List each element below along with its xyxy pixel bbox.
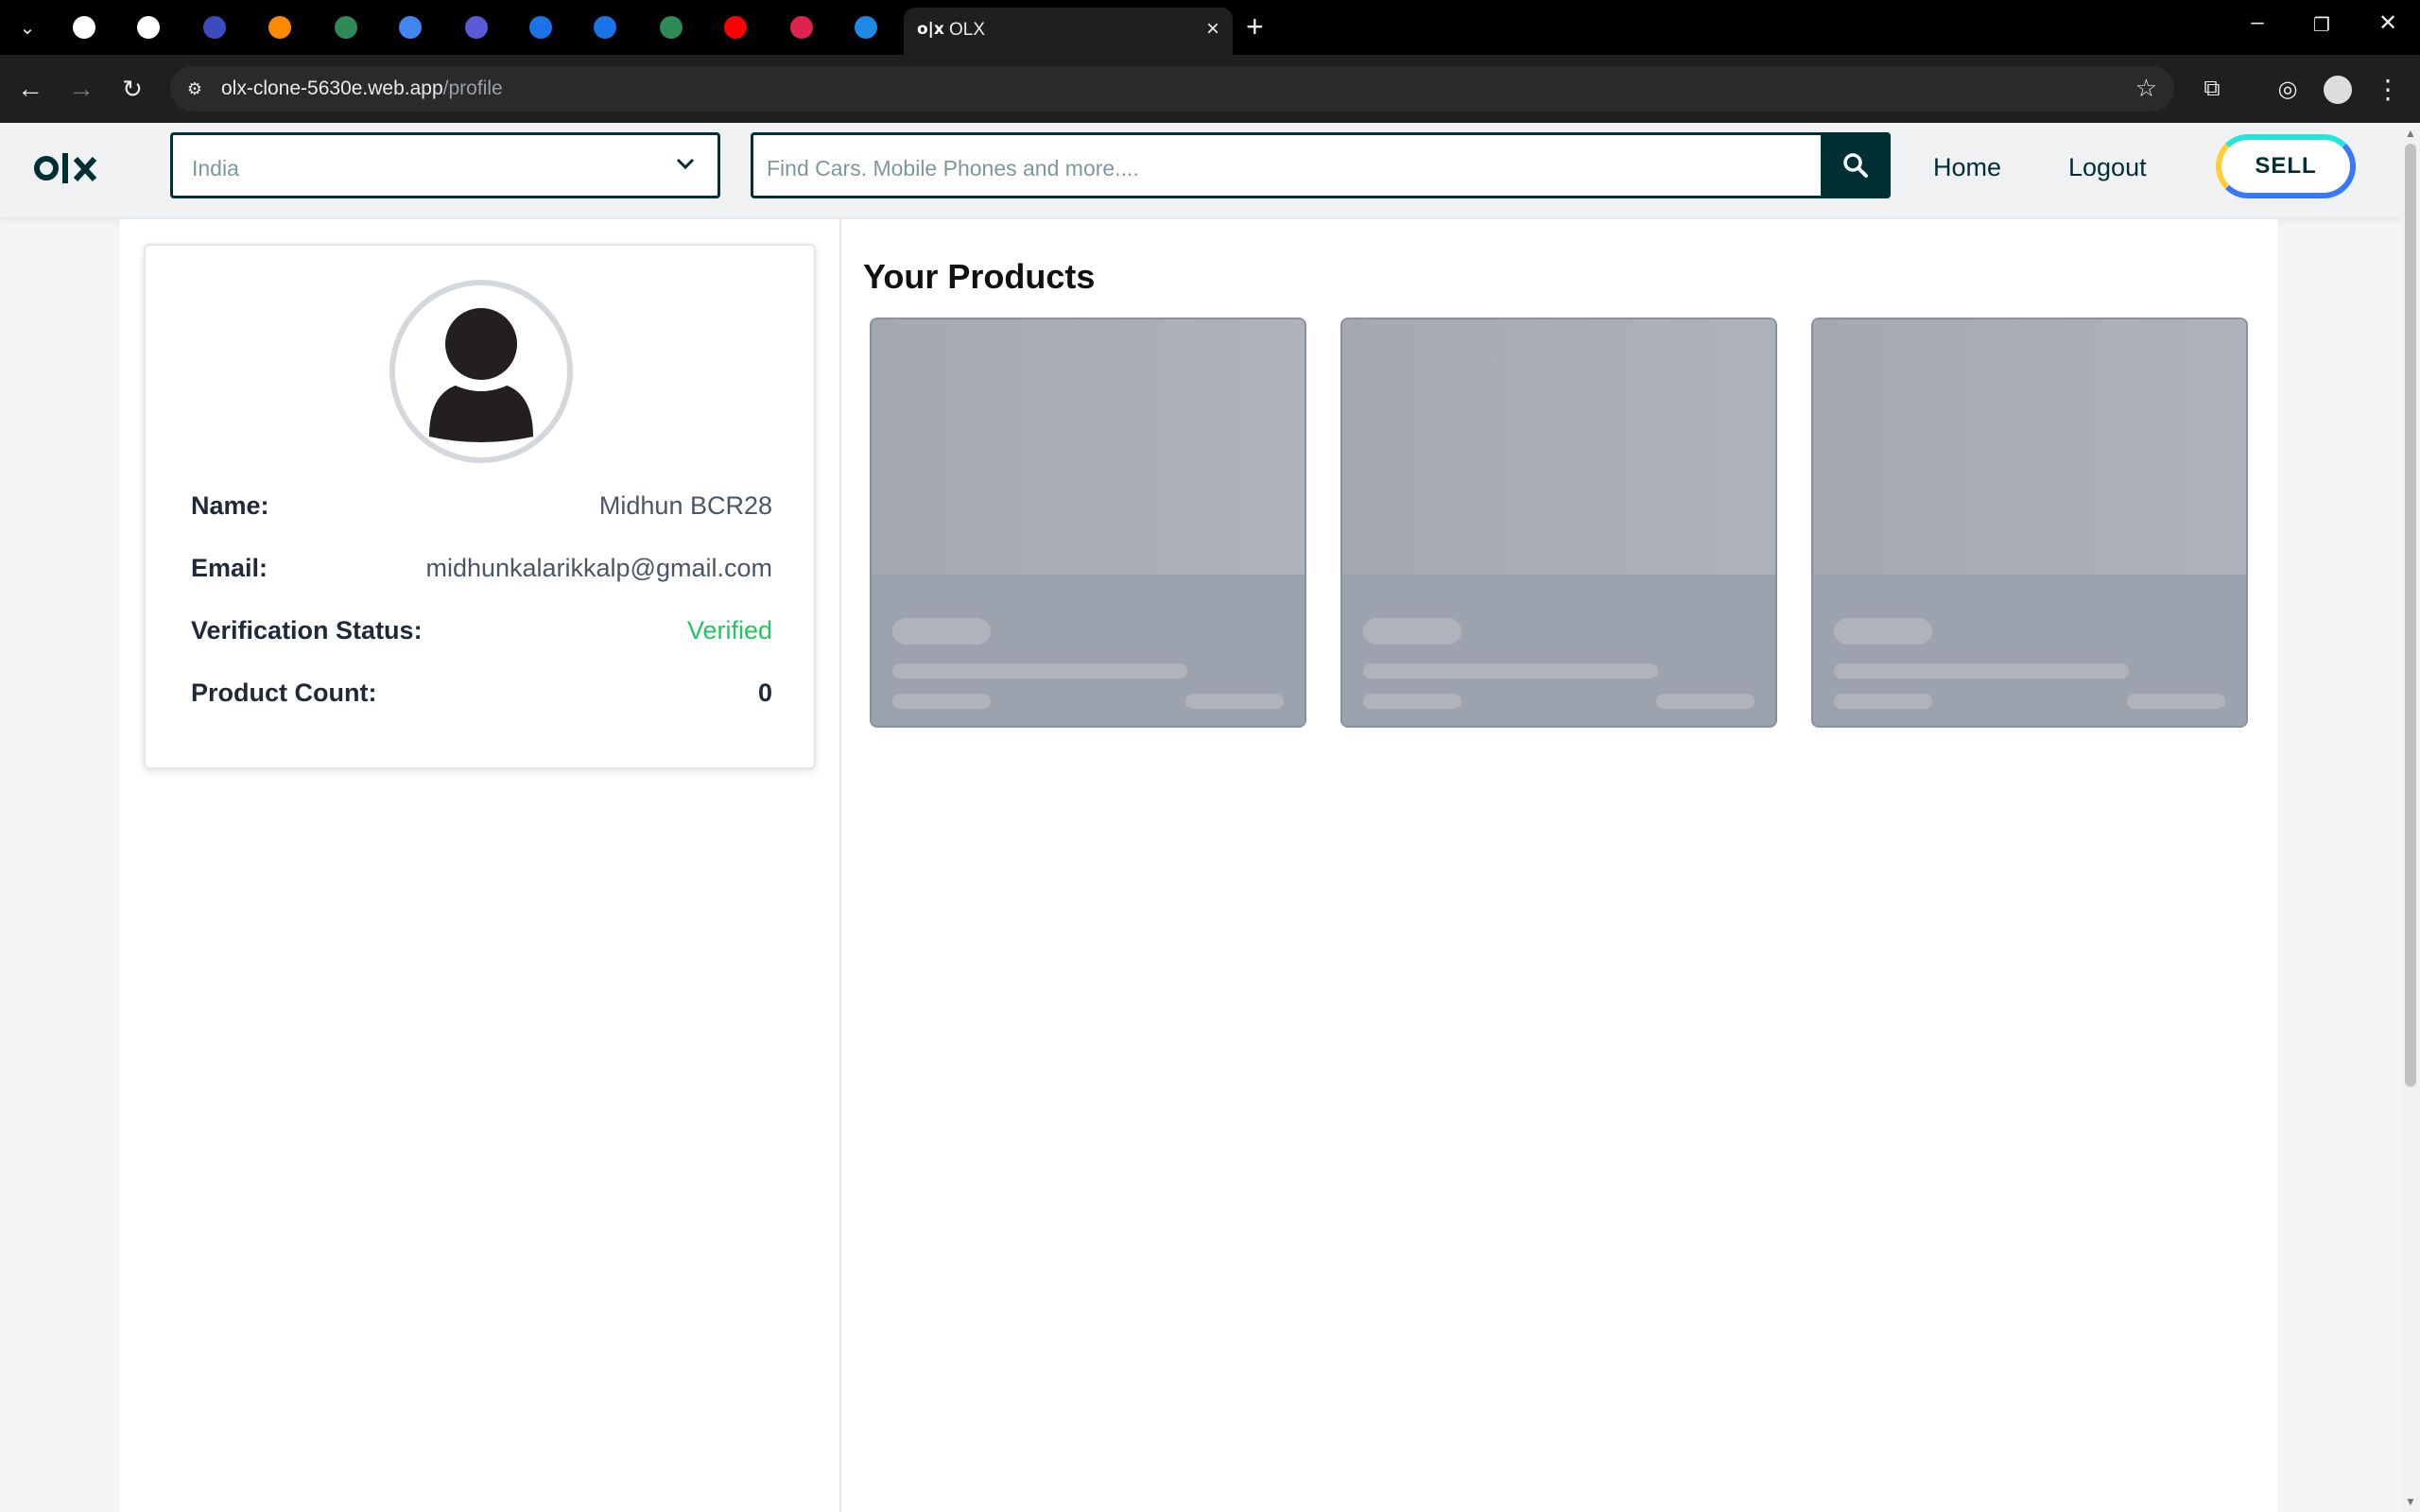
skeleton-image — [872, 319, 1305, 575]
skeleton-location-bar — [1363, 694, 1461, 709]
name-label: Name: — [191, 491, 269, 520]
browser-app-icon[interactable] — [526, 12, 556, 43]
profile-avatar-icon[interactable] — [2324, 76, 2352, 104]
docs-icon[interactable] — [395, 12, 425, 43]
name-value: Midhun BCR28 — [598, 491, 772, 520]
url-text: olx-clone-5630e.web.app/profile — [221, 77, 503, 99]
window-close-icon[interactable]: ✕ — [2369, 9, 2407, 37]
youtube-icon-glyph — [724, 16, 747, 39]
skeleton-location-bar — [892, 694, 991, 709]
location-select[interactable]: India — [170, 132, 720, 198]
skeleton-title-bar — [892, 663, 1187, 679]
menu-kebab-icon[interactable]: ⋮ — [2371, 72, 2405, 106]
skeleton-price-bar — [1834, 618, 1932, 644]
olx-logo[interactable] — [34, 149, 98, 197]
skeleton-date-bar — [1185, 694, 1284, 709]
browser-app-icon[interactable] — [590, 12, 620, 43]
tab-search-chevron-icon[interactable]: ⌄ — [13, 13, 42, 42]
forward-arrow-icon[interactable]: → — [64, 72, 98, 106]
performance-icon[interactable]: ◎ — [2271, 72, 2305, 106]
bank-app-icon-glyph — [203, 16, 226, 39]
tab-title: OLX — [949, 20, 986, 40]
search-input[interactable]: Find Cars. Mobile Phones and more.... — [767, 156, 1139, 181]
close-icon[interactable]: × — [1206, 16, 1219, 43]
browser-tab-bar: ⌄ o|x OLX × + – ❐ ✕ — [0, 0, 2420, 55]
docs-icon-glyph — [399, 16, 422, 39]
skeleton-price-bar — [1363, 618, 1461, 644]
globe-icon-glyph — [660, 16, 683, 39]
bolt-app-icon[interactable] — [133, 12, 164, 43]
avatar — [389, 280, 573, 463]
page-scrollbar[interactable]: ▲ ▼ — [2401, 123, 2420, 1512]
olx-logo-icon — [34, 153, 97, 183]
skeleton-image — [1342, 319, 1775, 575]
spiral-app-icon[interactable] — [69, 12, 99, 43]
search-bar: Find Cars. Mobile Phones and more.... — [751, 132, 1891, 198]
globe-icon-glyph — [335, 16, 357, 39]
bolt-app-icon-glyph — [137, 16, 160, 39]
email-value: midhunkalarikkalp@gmail.com — [425, 554, 772, 582]
skeleton-image — [1813, 319, 2246, 575]
linear-app-icon[interactable] — [461, 12, 492, 43]
address-bar[interactable]: ⚙ olx-clone-5630e.web.app/profile ☆ — [170, 66, 2174, 112]
minimize-icon[interactable]: – — [2238, 9, 2276, 36]
spiral-app-icon-glyph — [73, 16, 95, 39]
verification-status-badge: Verified — [686, 616, 772, 644]
chevron-down-icon — [674, 150, 697, 185]
firebase-icon-glyph — [268, 16, 291, 39]
nestjs-icon-glyph — [790, 16, 813, 39]
browser-app-icon-glyph — [594, 16, 616, 39]
logout-link[interactable]: Logout — [2068, 153, 2147, 182]
bookmark-star-icon[interactable]: ☆ — [2135, 74, 2157, 103]
scroll-up-icon[interactable]: ▲ — [2405, 127, 2416, 140]
edit-app-icon[interactable] — [851, 12, 881, 43]
skeleton-date-bar — [1656, 694, 1754, 709]
new-tab-plus-icon[interactable]: + — [1246, 9, 1264, 44]
extensions-puzzle-icon[interactable]: ⧉ — [2195, 72, 2229, 106]
product-skeleton-card — [1340, 318, 1777, 728]
restore-icon[interactable]: ❐ — [2303, 13, 2341, 37]
linear-app-icon-glyph — [465, 16, 488, 39]
verification-label: Verification Status: — [191, 616, 423, 644]
bank-app-icon[interactable] — [199, 12, 230, 43]
sell-button[interactable]: SELL — [2216, 134, 2356, 198]
page-viewport: India Find Cars. Mobile Phones and more.… — [0, 123, 2401, 1512]
skeleton-title-bar — [1834, 663, 2129, 679]
skeleton-date-bar — [2127, 694, 2225, 709]
search-button[interactable] — [1821, 132, 1891, 198]
globe-icon[interactable] — [331, 12, 361, 43]
edit-app-icon-glyph — [855, 16, 877, 39]
products-heading: Your Products — [863, 257, 1096, 296]
skeleton-price-bar — [892, 618, 991, 644]
reload-icon[interactable]: ↻ — [115, 72, 149, 106]
search-icon — [1843, 153, 1868, 178]
user-silhouette-icon — [429, 308, 533, 442]
globe-icon[interactable] — [656, 12, 686, 43]
scrollbar-thumb[interactable] — [2405, 144, 2416, 1087]
column-divider — [839, 219, 841, 1512]
nestjs-icon[interactable] — [786, 12, 817, 43]
product-count-value: 0 — [757, 679, 772, 707]
email-label: Email: — [191, 554, 268, 582]
browser-tab-active[interactable]: o|x OLX × — [904, 8, 1233, 55]
site-header: India Find Cars. Mobile Phones and more.… — [0, 123, 2401, 217]
youtube-icon[interactable] — [720, 12, 751, 43]
firebase-icon[interactable] — [265, 12, 295, 43]
browser-toolbar: ← → ↻ ⚙ olx-clone-5630e.web.app/profile … — [0, 55, 2420, 123]
profile-card: Name: Midhun BCR28 Email: midhunkalarikk… — [144, 244, 816, 769]
browser-app-icon-glyph — [529, 16, 552, 39]
olx-favicon: o|x — [917, 20, 944, 39]
product-skeleton-card — [870, 318, 1306, 728]
product-count-label: Product Count: — [191, 679, 377, 707]
location-value: India — [192, 156, 239, 180]
home-link[interactable]: Home — [1933, 153, 2001, 182]
site-settings-icon[interactable]: ⚙ — [183, 77, 206, 100]
scroll-down-icon[interactable]: ▼ — [2405, 1495, 2416, 1508]
product-skeleton-card — [1811, 318, 2248, 728]
skeleton-location-bar — [1834, 694, 1932, 709]
skeleton-title-bar — [1363, 663, 1658, 679]
back-arrow-icon[interactable]: ← — [13, 72, 47, 106]
